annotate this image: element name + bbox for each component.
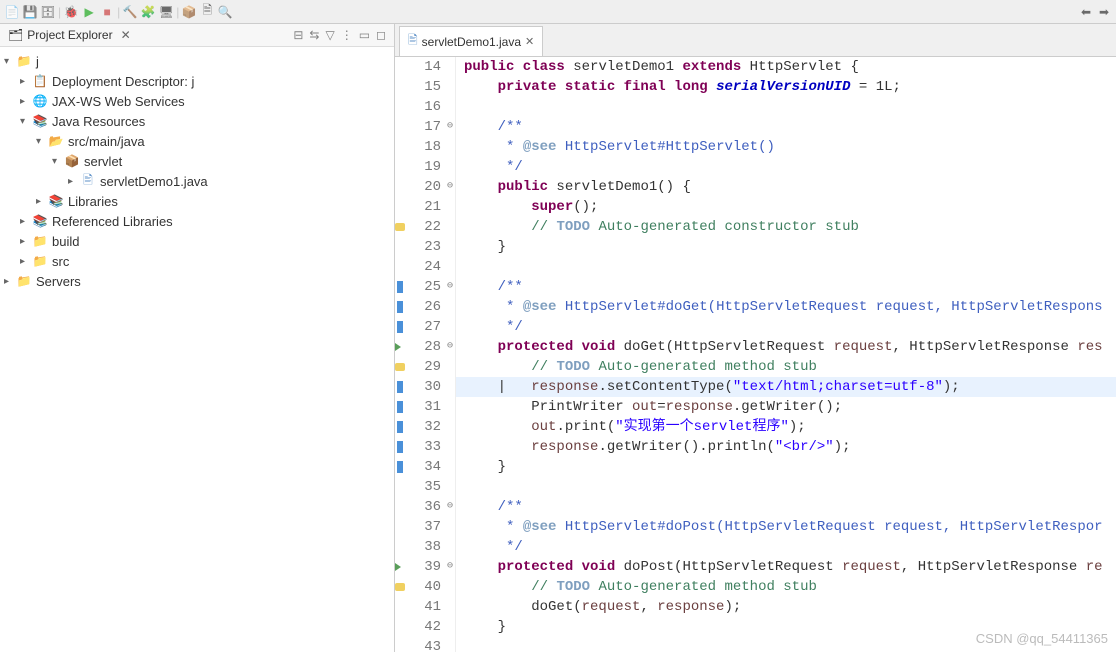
tb-debug-icon[interactable]: 🐞 bbox=[63, 4, 79, 20]
tree-label: Deployment Descriptor: j bbox=[52, 74, 194, 89]
tree-label: Libraries bbox=[68, 194, 118, 209]
tree-arrow-icon[interactable]: ▸ bbox=[4, 276, 16, 287]
tree-arrow-icon[interactable]: ▸ bbox=[20, 216, 32, 227]
tree-arrow-icon[interactable]: ▸ bbox=[36, 196, 48, 207]
tree-label: j bbox=[36, 54, 39, 69]
tree-arrow-icon[interactable]: ▸ bbox=[20, 256, 32, 267]
tb-server-icon[interactable]: 🖥 bbox=[158, 4, 174, 20]
tree-node[interactable]: ▸📁 Servers bbox=[0, 271, 394, 291]
tree-node[interactable]: ▸📁 src bbox=[0, 251, 394, 271]
project-tree[interactable]: ▾📁j▸📋Deployment Descriptor: j▸🌐JAX-WS We… bbox=[0, 47, 394, 652]
java-file-icon: 🖹 bbox=[408, 31, 418, 52]
tb-ext-icon[interactable]: 🧩 bbox=[140, 4, 156, 20]
tb-new-class-icon[interactable]: 🗎 bbox=[199, 4, 215, 20]
tree-label: src/main/java bbox=[68, 134, 145, 149]
tb-stop-icon[interactable]: ■ bbox=[99, 4, 115, 20]
pkg-icon: 📦 bbox=[64, 153, 80, 169]
main-area: 🗂 Project Explorer ✕ ⊟ ⇆ ▽ ⋮ ▭ ◻ ▾📁j▸📋De… bbox=[0, 24, 1116, 652]
tb-new-icon[interactable]: 📄 bbox=[4, 4, 20, 20]
tree-label: servlet bbox=[84, 154, 122, 169]
link-editor-icon[interactable]: ⇆ bbox=[309, 28, 319, 42]
editor-tab-title: servletDemo1.java bbox=[422, 35, 521, 49]
proj-icon: 📁 bbox=[16, 53, 32, 69]
close-icon[interactable]: ✕ bbox=[121, 28, 131, 42]
tb-run-icon[interactable]: ▶ bbox=[81, 4, 97, 20]
close-icon[interactable]: ✕ bbox=[525, 35, 534, 48]
explorer-header: 🗂 Project Explorer ✕ ⊟ ⇆ ▽ ⋮ ▭ ◻ bbox=[0, 24, 394, 47]
editor-body[interactable]: 14151617⊖181920⊖2122232425⊖262728⊖293031… bbox=[395, 57, 1116, 652]
editor-tabs: 🖹 servletDemo1.java ✕ bbox=[395, 24, 1116, 57]
tree-node[interactable]: ▸📚 Referenced Libraries bbox=[0, 211, 394, 231]
jax-icon: 🌐 bbox=[32, 93, 48, 109]
explorer-icon: 🗂 bbox=[8, 28, 23, 42]
filter-icon[interactable]: ▽ bbox=[325, 28, 334, 42]
tree-node[interactable]: ▸📋 Deployment Descriptor: j bbox=[0, 71, 394, 91]
tree-node[interactable]: ▾📂 src/main/java bbox=[0, 131, 394, 151]
tb-back-icon[interactable]: ⬅ bbox=[1078, 4, 1094, 20]
tb-save-icon[interactable]: 💾 bbox=[22, 4, 38, 20]
folder-icon: 📁 bbox=[16, 273, 32, 289]
editor-panel: 🖹 servletDemo1.java ✕ 14151617⊖181920⊖21… bbox=[395, 24, 1116, 652]
tree-arrow-icon[interactable]: ▸ bbox=[20, 236, 32, 247]
collapse-all-icon[interactable]: ⊟ bbox=[293, 28, 303, 42]
editor-tab[interactable]: 🖹 servletDemo1.java ✕ bbox=[399, 26, 543, 56]
watermark: CSDN @qq_54411365 bbox=[976, 631, 1108, 646]
tree-node[interactable]: ▾📚 Java Resources bbox=[0, 111, 394, 131]
desc-icon: 📋 bbox=[32, 73, 48, 89]
tree-label: JAX-WS Web Services bbox=[52, 94, 185, 109]
lib-icon: 📚 bbox=[32, 213, 48, 229]
tree-label: Referenced Libraries bbox=[52, 214, 173, 229]
srcfolder-icon: 📂 bbox=[48, 133, 64, 149]
tree-arrow-icon[interactable]: ▸ bbox=[20, 96, 32, 107]
lib-icon: 📚 bbox=[48, 193, 64, 209]
view-menu-icon[interactable]: ⋮ bbox=[341, 28, 353, 42]
project-explorer-panel: 🗂 Project Explorer ✕ ⊟ ⇆ ▽ ⋮ ▭ ◻ ▾📁j▸📋De… bbox=[0, 24, 395, 652]
tree-arrow-icon[interactable]: ▸ bbox=[20, 76, 32, 87]
code-area[interactable]: public class servletDemo1 extends HttpSe… bbox=[456, 57, 1116, 652]
tb-search-icon[interactable]: 🔍 bbox=[217, 4, 233, 20]
tb-fwd-icon[interactable]: ➡ bbox=[1096, 4, 1112, 20]
tree-label: build bbox=[52, 234, 79, 249]
tree-node[interactable]: ▾📁 j bbox=[0, 51, 394, 71]
tree-label: src bbox=[52, 254, 69, 269]
java-icon: 🖹 bbox=[80, 173, 96, 189]
tree-label: servletDemo1.java bbox=[100, 174, 208, 189]
tree-arrow-icon[interactable]: ▾ bbox=[36, 136, 48, 147]
tree-node[interactable]: ▸📚 Libraries bbox=[0, 191, 394, 211]
tree-label: Servers bbox=[36, 274, 81, 289]
folder-icon: 📁 bbox=[32, 253, 48, 269]
tree-node[interactable]: ▸📁 build bbox=[0, 231, 394, 251]
explorer-title: Project Explorer bbox=[27, 28, 112, 42]
tree-arrow-icon[interactable]: ▸ bbox=[68, 176, 80, 187]
minimize-icon[interactable]: ▭ bbox=[359, 28, 370, 42]
folder-icon: 📁 bbox=[32, 233, 48, 249]
javares-icon: 📚 bbox=[32, 113, 48, 129]
main-toolbar: 📄 💾 🗄 | 🐞 ▶ ■ | 🔨 🧩 🖥 | 📦 🗎 🔍 ⬅ ➡ bbox=[0, 0, 1116, 24]
tree-node[interactable]: ▸🌐 JAX-WS Web Services bbox=[0, 91, 394, 111]
tree-arrow-icon[interactable]: ▾ bbox=[20, 116, 32, 127]
tree-label: Java Resources bbox=[52, 114, 145, 129]
tb-new-pkg-icon[interactable]: 📦 bbox=[181, 4, 197, 20]
tree-node[interactable]: ▸🖹 servletDemo1.java bbox=[0, 171, 394, 191]
tree-arrow-icon[interactable]: ▾ bbox=[52, 156, 64, 167]
marker-bar bbox=[395, 57, 409, 652]
line-gutter: 14151617⊖181920⊖2122232425⊖262728⊖293031… bbox=[409, 57, 456, 652]
tree-node[interactable]: ▾📦 servlet bbox=[0, 151, 394, 171]
tree-arrow-icon[interactable]: ▾ bbox=[4, 56, 16, 67]
tb-build-icon[interactable]: 🔨 bbox=[122, 4, 138, 20]
maximize-icon[interactable]: ◻ bbox=[376, 28, 386, 42]
tb-saveall-icon[interactable]: 🗄 bbox=[40, 4, 56, 20]
